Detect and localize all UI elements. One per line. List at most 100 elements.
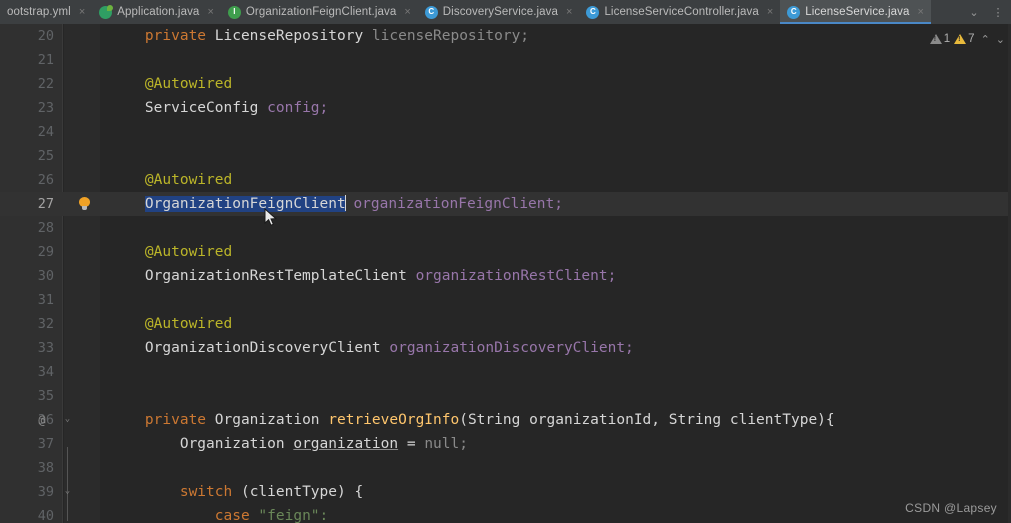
code-line[interactable]: 38 (0, 456, 1011, 480)
editor-tab-label: OrganizationFeignClient.java (245, 6, 397, 18)
code-token: OrganizationRestTemplateClient (144, 268, 407, 284)
code-text[interactable]: OrganizationDiscoveryClient organization… (110, 336, 634, 360)
code-line[interactable]: 20 private LicenseRepository licenseRepo… (0, 24, 1011, 48)
editor-tab-bar: ootstrap.yml × Application.java × I Organizat… (0, 0, 1011, 24)
code-text[interactable]: OrganizationRestTemplateClient organizat… (110, 264, 616, 288)
code-line[interactable]: 31 (0, 288, 1011, 312)
line-number: 20 (37, 28, 54, 44)
line-number: 34 (37, 364, 54, 380)
code-text[interactable]: case "feign": (110, 504, 329, 523)
code-text[interactable]: Organization organization = null; (110, 432, 468, 456)
weak-warning-group[interactable]: 1 (929, 33, 951, 45)
editor-tab-close-icon[interactable]: × (566, 6, 572, 18)
editor-tab-close-icon[interactable]: × (917, 6, 923, 18)
code-line[interactable]: 37 Organization organization = null; (0, 432, 1011, 456)
ide-window: ootstrap.yml × Application.java × I Organizat… (0, 0, 1011, 523)
code-line[interactable]: 22 @Autowired (0, 72, 1011, 96)
code-fold-toggle-icon[interactable]: ⌄ (62, 480, 74, 504)
tab-overflow-chevron-down-icon[interactable]: ⌄ (963, 0, 985, 24)
code-token: Organization (214, 412, 320, 428)
editor-tab-close-icon[interactable]: × (79, 6, 85, 18)
editor-tab-organizationfeignclient-java[interactable]: I OrganizationFeignClient.java × (220, 0, 418, 24)
code-token: ServiceConfig (144, 100, 259, 116)
line-number: 37 (37, 436, 54, 452)
code-fold-toggle-icon[interactable]: ⌄ (62, 408, 74, 432)
editor-tab-licenseservice-java[interactable]: C LicenseService.java × (780, 0, 931, 24)
java-class-icon: C (787, 5, 801, 19)
line-number: 30 (37, 268, 54, 284)
code-token: null; (424, 436, 468, 452)
line-number: 28 (37, 220, 54, 236)
code-text[interactable]: @Autowired (110, 240, 232, 264)
code-line[interactable]: 34 (0, 360, 1011, 384)
weak-warning-count: 1 (943, 33, 951, 45)
editor-tab-close-icon[interactable]: × (767, 6, 773, 18)
code-token: organizationRestClient; (415, 268, 617, 284)
tab-bar-actions: ⌄ ⋮ (963, 0, 1011, 24)
code-token: retrieveOrgInfo (328, 412, 460, 428)
code-token: case (214, 508, 250, 523)
code-text[interactable]: OrganizationFeignClient organizationFeig… (110, 192, 563, 216)
code-token: OrganizationDiscoveryClient (144, 340, 381, 356)
code-line[interactable]: 35 (0, 384, 1011, 408)
code-line[interactable]: 28 (0, 216, 1011, 240)
prev-problem-chevron-up-icon[interactable]: ⌃ (981, 33, 990, 46)
gutter-annotation-marker-icon[interactable]: @ (30, 408, 54, 432)
tab-options-menu-icon[interactable]: ⋮ (987, 0, 1009, 24)
code-line[interactable]: 36 @ ⌄ private Organization retrieveOrgInf… (0, 408, 1011, 432)
editor-tab-licenseservicecontroller-java[interactable]: C LicenseServiceController.java × (579, 0, 781, 24)
editor-tab-label: DiscoveryService.java (442, 6, 558, 18)
code-editor[interactable]: 20 private LicenseRepository licenseRepo… (0, 24, 1011, 523)
code-line[interactable]: 30 OrganizationRestTemplateClient organi… (0, 264, 1011, 288)
code-line[interactable]: 39 ⌄ switch (clientType) { (0, 480, 1011, 504)
editor-tab-close-icon[interactable]: × (404, 6, 410, 18)
editor-tab-ootstrap-yml[interactable]: ootstrap.yml × (0, 0, 93, 24)
inspection-status-widget[interactable]: 1 7 ⌃ ⌄ (929, 30, 1005, 48)
code-text[interactable]: @Autowired (110, 72, 232, 96)
code-line[interactable]: 27 OrganizationFeignClient organizationF… (0, 192, 1011, 216)
code-line[interactable]: 21 (0, 48, 1011, 72)
code-text[interactable]: private Organization retrieveOrgInfo(Str… (110, 408, 835, 432)
code-token: "feign": (258, 508, 329, 523)
next-problem-chevron-down-icon[interactable]: ⌄ (996, 33, 1005, 46)
code-line[interactable]: 26 @Autowired (0, 168, 1011, 192)
code-text[interactable]: ServiceConfig config; (110, 96, 328, 120)
code-line[interactable]: 33 OrganizationDiscoveryClient organizat… (0, 336, 1011, 360)
csdn-watermark: CSDN @Lapsey (905, 501, 997, 515)
intention-lightbulb-icon[interactable] (78, 197, 91, 210)
code-token: licenseRepository; (371, 28, 530, 44)
code-token: organizationDiscoveryClient; (389, 340, 634, 356)
code-token: switch (179, 484, 233, 500)
editor-tab-application-java[interactable]: Application.java × (92, 0, 221, 24)
code-line[interactable]: 32 @Autowired (0, 312, 1011, 336)
code-token: clientType){ (721, 412, 835, 428)
code-text[interactable]: @Autowired (110, 312, 232, 336)
warning-group[interactable]: 7 (954, 33, 975, 45)
line-number: 32 (37, 316, 54, 332)
editor-tab-label: LicenseService.java (805, 6, 910, 18)
java-class-icon: C (586, 5, 600, 19)
code-line[interactable]: 29 @Autowired (0, 240, 1011, 264)
editor-tab-close-icon[interactable]: × (207, 6, 213, 18)
code-line[interactable]: 23 ServiceConfig config; (0, 96, 1011, 120)
code-token: config; (267, 100, 329, 116)
code-line[interactable]: 25 (0, 144, 1011, 168)
code-token: Organization (179, 436, 285, 452)
code-text[interactable]: private LicenseRepository licenseReposit… (110, 24, 529, 48)
code-token: ( (459, 412, 468, 428)
code-text[interactable]: @Autowired (110, 168, 232, 192)
warning-triangle-icon (954, 34, 967, 44)
editor-tab-discoveryservice-java[interactable]: C DiscoveryService.java × (417, 0, 580, 24)
code-line[interactable]: 40 case "feign": (0, 504, 1011, 523)
editor-tab-label: ootstrap.yml (7, 6, 71, 18)
code-line[interactable]: 24 (0, 120, 1011, 144)
mouse-pointer-icon (264, 208, 278, 226)
code-text[interactable]: switch (clientType) { (110, 480, 363, 504)
